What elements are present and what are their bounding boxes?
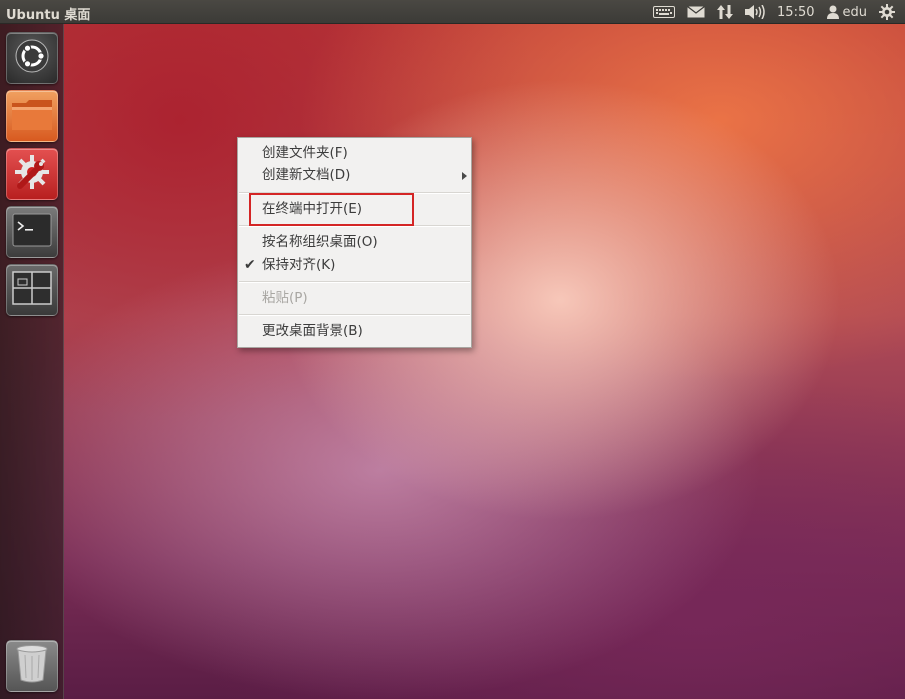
- menu-separator: [239, 281, 470, 283]
- folder-icon: [11, 97, 53, 135]
- files-button[interactable]: [6, 90, 58, 142]
- menu-item-label: 按名称组织桌面(O): [262, 234, 378, 250]
- menu-item-paste: 粘贴(P): [238, 287, 471, 309]
- menu-separator: [239, 192, 470, 194]
- menu-item-label: 创建文件夹(F): [262, 145, 348, 161]
- terminal-button[interactable]: [6, 206, 58, 258]
- menu-item-label: 更改桌面背景(B): [262, 323, 363, 339]
- gear-icon[interactable]: [873, 0, 901, 24]
- menu-item-label: 在终端中打开(E): [262, 201, 363, 217]
- clock[interactable]: 15:50: [771, 0, 820, 24]
- menu-item-change-background[interactable]: 更改桌面背景(B): [238, 320, 471, 342]
- user-icon: [826, 5, 839, 19]
- workspace-switcher-button[interactable]: [6, 264, 58, 316]
- settings-wrench-icon: [12, 152, 52, 196]
- network-icon[interactable]: [711, 0, 739, 24]
- menu-item-label: 保持对齐(K): [262, 257, 336, 273]
- menu-separator: [239, 225, 470, 227]
- submenu-arrow-icon: [462, 172, 467, 180]
- launcher: [0, 24, 64, 699]
- workspace-switcher-icon: [12, 271, 52, 309]
- mail-icon[interactable]: [681, 0, 711, 24]
- window-title: Ubuntu 桌面: [6, 8, 91, 23]
- desktop-context-menu: 创建文件夹(F) 创建新文档(D) 在终端中打开(E) 按名称组织桌面(O) ✔…: [237, 137, 472, 348]
- menu-item-create-folder[interactable]: 创建文件夹(F): [238, 142, 471, 164]
- menu-separator: [239, 314, 470, 316]
- terminal-icon: [12, 213, 52, 251]
- menu-item-label: 创建新文档(D): [262, 167, 351, 183]
- keyboard-icon[interactable]: [647, 0, 681, 24]
- user-menu[interactable]: edu: [821, 0, 874, 24]
- menu-item-organize-desktop[interactable]: 按名称组织桌面(O): [238, 231, 471, 253]
- ubuntu-logo-icon: [15, 39, 49, 77]
- system-settings-button[interactable]: [6, 148, 58, 200]
- menu-item-label: 粘贴(P): [262, 290, 308, 306]
- menu-item-create-document[interactable]: 创建新文档(D): [238, 164, 471, 186]
- user-name: edu: [842, 4, 868, 20]
- indicator-area: 15:50 edu: [647, 0, 901, 24]
- top-panel: Ubuntu 桌面 15:50 edu: [0, 0, 905, 24]
- volume-icon[interactable]: [739, 0, 771, 24]
- trash-button[interactable]: [6, 640, 58, 692]
- menu-item-open-in-terminal[interactable]: 在终端中打开(E): [238, 198, 471, 220]
- trash-icon: [15, 644, 49, 688]
- dash-home-button[interactable]: [6, 32, 58, 84]
- menu-item-keep-aligned[interactable]: ✔ 保持对齐(K): [238, 254, 471, 276]
- checkmark-icon: ✔: [244, 257, 256, 273]
